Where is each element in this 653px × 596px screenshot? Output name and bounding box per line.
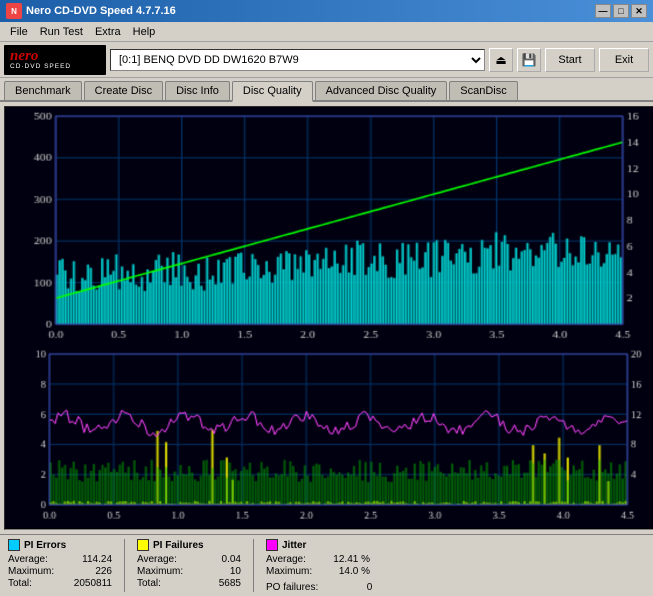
pi-errors-avg-row: Average: 114.24 bbox=[8, 554, 112, 565]
tab-scandisc[interactable]: ScanDisc bbox=[449, 81, 517, 100]
jitter-avg-row: Average: 12.41 % bbox=[266, 554, 372, 565]
pi-errors-header: PI Errors bbox=[8, 539, 112, 551]
tab-disc-quality[interactable]: Disc Quality bbox=[232, 81, 313, 102]
menu-extra[interactable]: Extra bbox=[89, 24, 127, 40]
pi-errors-max-row: Maximum: 226 bbox=[8, 566, 112, 577]
exit-button[interactable]: Exit bbox=[599, 48, 649, 72]
top-chart bbox=[5, 107, 653, 347]
po-failures-label: PO failures: bbox=[266, 582, 318, 593]
po-failures-value: 0 bbox=[322, 582, 372, 593]
tab-create-disc[interactable]: Create Disc bbox=[84, 81, 163, 100]
menu-run-test[interactable]: Run Test bbox=[34, 24, 89, 40]
bottom-chart bbox=[5, 347, 653, 528]
nero-sub-text: CD·DVD SPEED bbox=[10, 64, 71, 71]
window-controls: — □ ✕ bbox=[595, 4, 647, 18]
menu-help[interactable]: Help bbox=[127, 24, 162, 40]
menu-bar: File Run Test Extra Help bbox=[0, 22, 653, 42]
jitter-max-label: Maximum: bbox=[266, 566, 316, 577]
jitter-color bbox=[266, 539, 278, 551]
jitter-max-value: 14.0 % bbox=[320, 566, 370, 577]
pi-errors-avg-value: 114.24 bbox=[62, 554, 112, 565]
pi-failures-max-value: 10 bbox=[191, 566, 241, 577]
pi-failures-label: PI Failures bbox=[153, 540, 204, 551]
divider-1 bbox=[124, 539, 125, 592]
minimize-button[interactable]: — bbox=[595, 4, 611, 18]
tab-disc-info[interactable]: Disc Info bbox=[165, 81, 230, 100]
bottom-stats: PI Errors Average: 114.24 Maximum: 226 T… bbox=[0, 534, 653, 596]
jitter-max-row: Maximum: 14.0 % bbox=[266, 566, 372, 577]
charts-area bbox=[4, 106, 653, 530]
pi-errors-max-label: Maximum: bbox=[8, 566, 58, 577]
nero-logo: nero CD·DVD SPEED bbox=[4, 45, 106, 75]
pi-failures-max-label: Maximum: bbox=[137, 566, 187, 577]
pi-errors-total-label: Total: bbox=[8, 578, 58, 589]
start-button[interactable]: Start bbox=[545, 48, 595, 72]
window-title: Nero CD-DVD Speed 4.7.7.16 bbox=[26, 5, 176, 17]
toolbar: nero CD·DVD SPEED [0:1] BENQ DVD DD DW16… bbox=[0, 42, 653, 78]
save-icon-btn[interactable]: 💾 bbox=[517, 48, 541, 72]
pi-failures-total-value: 5685 bbox=[191, 578, 241, 589]
menu-file[interactable]: File bbox=[4, 24, 34, 40]
drive-selector[interactable]: [0:1] BENQ DVD DD DW1620 B7W9 bbox=[110, 49, 485, 71]
pi-failures-header: PI Failures bbox=[137, 539, 241, 551]
pi-failures-avg-value: 0.04 bbox=[191, 554, 241, 565]
title-bar: N Nero CD-DVD Speed 4.7.7.16 — □ ✕ bbox=[0, 0, 653, 22]
jitter-group: Jitter Average: 12.41 % Maximum: 14.0 % … bbox=[266, 539, 372, 592]
tab-bar: Benchmark Create Disc Disc Info Disc Qua… bbox=[0, 78, 653, 102]
pi-failures-avg-label: Average: bbox=[137, 554, 187, 565]
pi-failures-total-row: Total: 5685 bbox=[137, 578, 241, 589]
pi-failures-total-label: Total: bbox=[137, 578, 187, 589]
tab-benchmark[interactable]: Benchmark bbox=[4, 81, 82, 100]
po-failures-row: PO failures: 0 bbox=[266, 582, 372, 593]
pi-errors-label: PI Errors bbox=[24, 540, 66, 551]
pi-errors-avg-label: Average: bbox=[8, 554, 58, 565]
pi-failures-avg-row: Average: 0.04 bbox=[137, 554, 241, 565]
pi-errors-max-value: 226 bbox=[62, 566, 112, 577]
jitter-label: Jitter bbox=[282, 540, 306, 551]
pi-errors-group: PI Errors Average: 114.24 Maximum: 226 T… bbox=[8, 539, 112, 592]
tab-advanced-disc-quality[interactable]: Advanced Disc Quality bbox=[315, 81, 448, 100]
pi-errors-color bbox=[8, 539, 20, 551]
jitter-avg-value: 12.41 % bbox=[320, 554, 370, 565]
main-content: Disc info Type: DVD-R ID: MCC 03RG20 Dat… bbox=[0, 102, 653, 534]
app-icon: N bbox=[6, 3, 22, 19]
pi-errors-total-value: 2050811 bbox=[62, 578, 112, 589]
pi-failures-color bbox=[137, 539, 149, 551]
divider-2 bbox=[253, 539, 254, 592]
maximize-button[interactable]: □ bbox=[613, 4, 629, 18]
pi-errors-total-row: Total: 2050811 bbox=[8, 578, 112, 589]
close-button[interactable]: ✕ bbox=[631, 4, 647, 18]
jitter-header: Jitter bbox=[266, 539, 372, 551]
eject-icon-btn[interactable]: ⏏ bbox=[489, 48, 513, 72]
pi-failures-max-row: Maximum: 10 bbox=[137, 566, 241, 577]
jitter-avg-label: Average: bbox=[266, 554, 316, 565]
nero-brand-text: nero bbox=[10, 49, 38, 64]
pi-failures-group: PI Failures Average: 0.04 Maximum: 10 To… bbox=[137, 539, 241, 592]
